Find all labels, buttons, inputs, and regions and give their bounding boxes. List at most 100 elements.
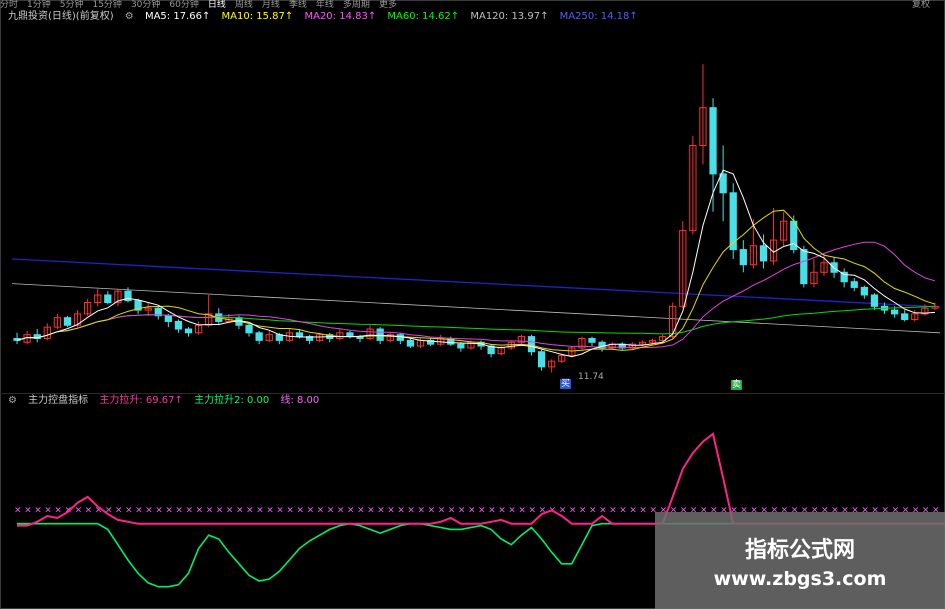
period-tab[interactable]: 周线 bbox=[235, 0, 253, 10]
candle-body bbox=[457, 343, 465, 349]
candle bbox=[245, 323, 253, 337]
signal-marker: × bbox=[317, 505, 325, 515]
candle bbox=[94, 287, 102, 307]
candle bbox=[134, 298, 142, 314]
period-toolbar: 分时 1分钟 5分钟 15分钟 30分钟 60分钟 日线 周线 月线 季线 年线 多周期 更多 复权 bbox=[0, 0, 945, 11]
candle bbox=[618, 342, 626, 350]
period-tab[interactable]: 30分钟 bbox=[131, 0, 160, 10]
sell-flag: 卖 bbox=[731, 380, 743, 390]
ma10-value: MA10: 15.87↑ bbox=[221, 11, 294, 22]
candle-body bbox=[537, 351, 546, 368]
signal-marker: × bbox=[286, 505, 294, 515]
signal-marker: × bbox=[256, 505, 264, 515]
price-chart[interactable] bbox=[0, 24, 945, 394]
candle bbox=[144, 302, 152, 316]
signal-marker: × bbox=[377, 505, 385, 515]
candle bbox=[346, 330, 354, 339]
signal-marker: × bbox=[569, 505, 577, 515]
candle bbox=[205, 294, 213, 328]
signal-marker: × bbox=[488, 505, 496, 515]
candle bbox=[537, 349, 546, 371]
line1-value: 主力拉升: 69.67↑ bbox=[99, 395, 183, 406]
candle bbox=[780, 211, 788, 246]
signal-marker: × bbox=[337, 505, 345, 515]
candle bbox=[457, 342, 465, 352]
candle-body bbox=[800, 249, 808, 285]
period-tab[interactable]: 60分钟 bbox=[169, 0, 198, 10]
candle bbox=[184, 327, 193, 337]
settings-icon[interactable]: ⚙ bbox=[125, 11, 134, 22]
candle bbox=[84, 298, 92, 316]
candle bbox=[658, 334, 667, 343]
candle bbox=[517, 334, 526, 345]
sub-legend: ⚙ 主力控盘指标 主力拉升: 69.67↑ 主力拉升2: 0.00 线: 8.0… bbox=[8, 395, 327, 407]
signal-marker: × bbox=[165, 505, 173, 515]
signal-marker: × bbox=[468, 505, 476, 515]
candle-body bbox=[739, 249, 747, 266]
signal-marker: × bbox=[246, 505, 254, 515]
candle bbox=[689, 136, 697, 235]
candle bbox=[63, 315, 72, 328]
period-tab[interactable]: 5分钟 bbox=[60, 0, 84, 10]
signal-marker: × bbox=[175, 505, 183, 515]
candle bbox=[729, 183, 737, 260]
pane-divider[interactable] bbox=[0, 393, 945, 394]
adjust-tab[interactable]: 复权 bbox=[912, 0, 930, 11]
signal-marker: × bbox=[508, 505, 516, 515]
candle bbox=[578, 336, 586, 350]
candle-body bbox=[588, 337, 596, 343]
signal-marker: × bbox=[639, 505, 647, 515]
watermark-url: www.zbgs3.com bbox=[713, 568, 887, 590]
candle-body bbox=[709, 107, 717, 175]
signal-marker: × bbox=[75, 505, 83, 515]
candle bbox=[739, 240, 747, 273]
period-tab[interactable]: 年线 bbox=[316, 0, 334, 10]
candle bbox=[810, 259, 818, 288]
candle-body bbox=[184, 328, 193, 334]
candle-body bbox=[164, 315, 172, 322]
period-tab[interactable]: 15分钟 bbox=[92, 0, 121, 10]
candle-body bbox=[901, 313, 909, 321]
period-tab[interactable]: 1分钟 bbox=[27, 0, 51, 10]
period-tab[interactable]: 日线 bbox=[208, 0, 226, 10]
signal-marker: × bbox=[145, 505, 153, 515]
signal-marker: × bbox=[478, 505, 486, 515]
ma20-line bbox=[16, 241, 936, 349]
candle bbox=[265, 330, 273, 343]
signal-marker: × bbox=[155, 505, 163, 515]
period-tab[interactable]: 更多 bbox=[379, 0, 397, 10]
candle bbox=[326, 332, 334, 343]
signal-marker: × bbox=[206, 505, 214, 515]
candle-body bbox=[245, 324, 253, 334]
low-price-label: 11.74 bbox=[578, 372, 604, 382]
signal-marker: × bbox=[115, 505, 123, 515]
indicator-title: 主力控盘指标 bbox=[28, 395, 89, 406]
ma120-value: MA120: 13.97↑ bbox=[470, 11, 549, 22]
signal-marker: × bbox=[397, 505, 405, 515]
candle bbox=[154, 306, 162, 320]
candle bbox=[114, 289, 122, 307]
candle-body bbox=[860, 286, 868, 296]
signal-marker: × bbox=[125, 505, 133, 515]
period-tab[interactable]: 分时 bbox=[0, 0, 18, 10]
candle-body bbox=[759, 245, 768, 262]
period-tab[interactable]: 季线 bbox=[289, 0, 307, 10]
candle-body bbox=[174, 320, 183, 330]
line2-value: 主力拉升2: 0.00 bbox=[194, 395, 270, 406]
period-tab[interactable]: 多周期 bbox=[343, 0, 370, 10]
candle bbox=[174, 319, 183, 333]
candle bbox=[608, 342, 616, 350]
signal-marker: × bbox=[14, 505, 22, 515]
line3-value: 线: 8.00 bbox=[280, 395, 320, 406]
signal-marker: × bbox=[276, 505, 284, 515]
signal-marker: × bbox=[418, 505, 426, 515]
indicator-icon[interactable]: ⚙ bbox=[8, 395, 17, 406]
main-legend: 九鼎投资(日线)(前复权) ⚙ MA5: 17.66↑ MA10: 15.87↑… bbox=[8, 11, 646, 23]
signal-marker: × bbox=[54, 505, 62, 515]
candle bbox=[870, 293, 879, 311]
period-tab[interactable]: 月线 bbox=[262, 0, 280, 10]
candle-body bbox=[406, 339, 415, 347]
signal-marker: × bbox=[327, 505, 335, 515]
candle bbox=[437, 334, 445, 347]
signal-marker: × bbox=[619, 505, 627, 515]
